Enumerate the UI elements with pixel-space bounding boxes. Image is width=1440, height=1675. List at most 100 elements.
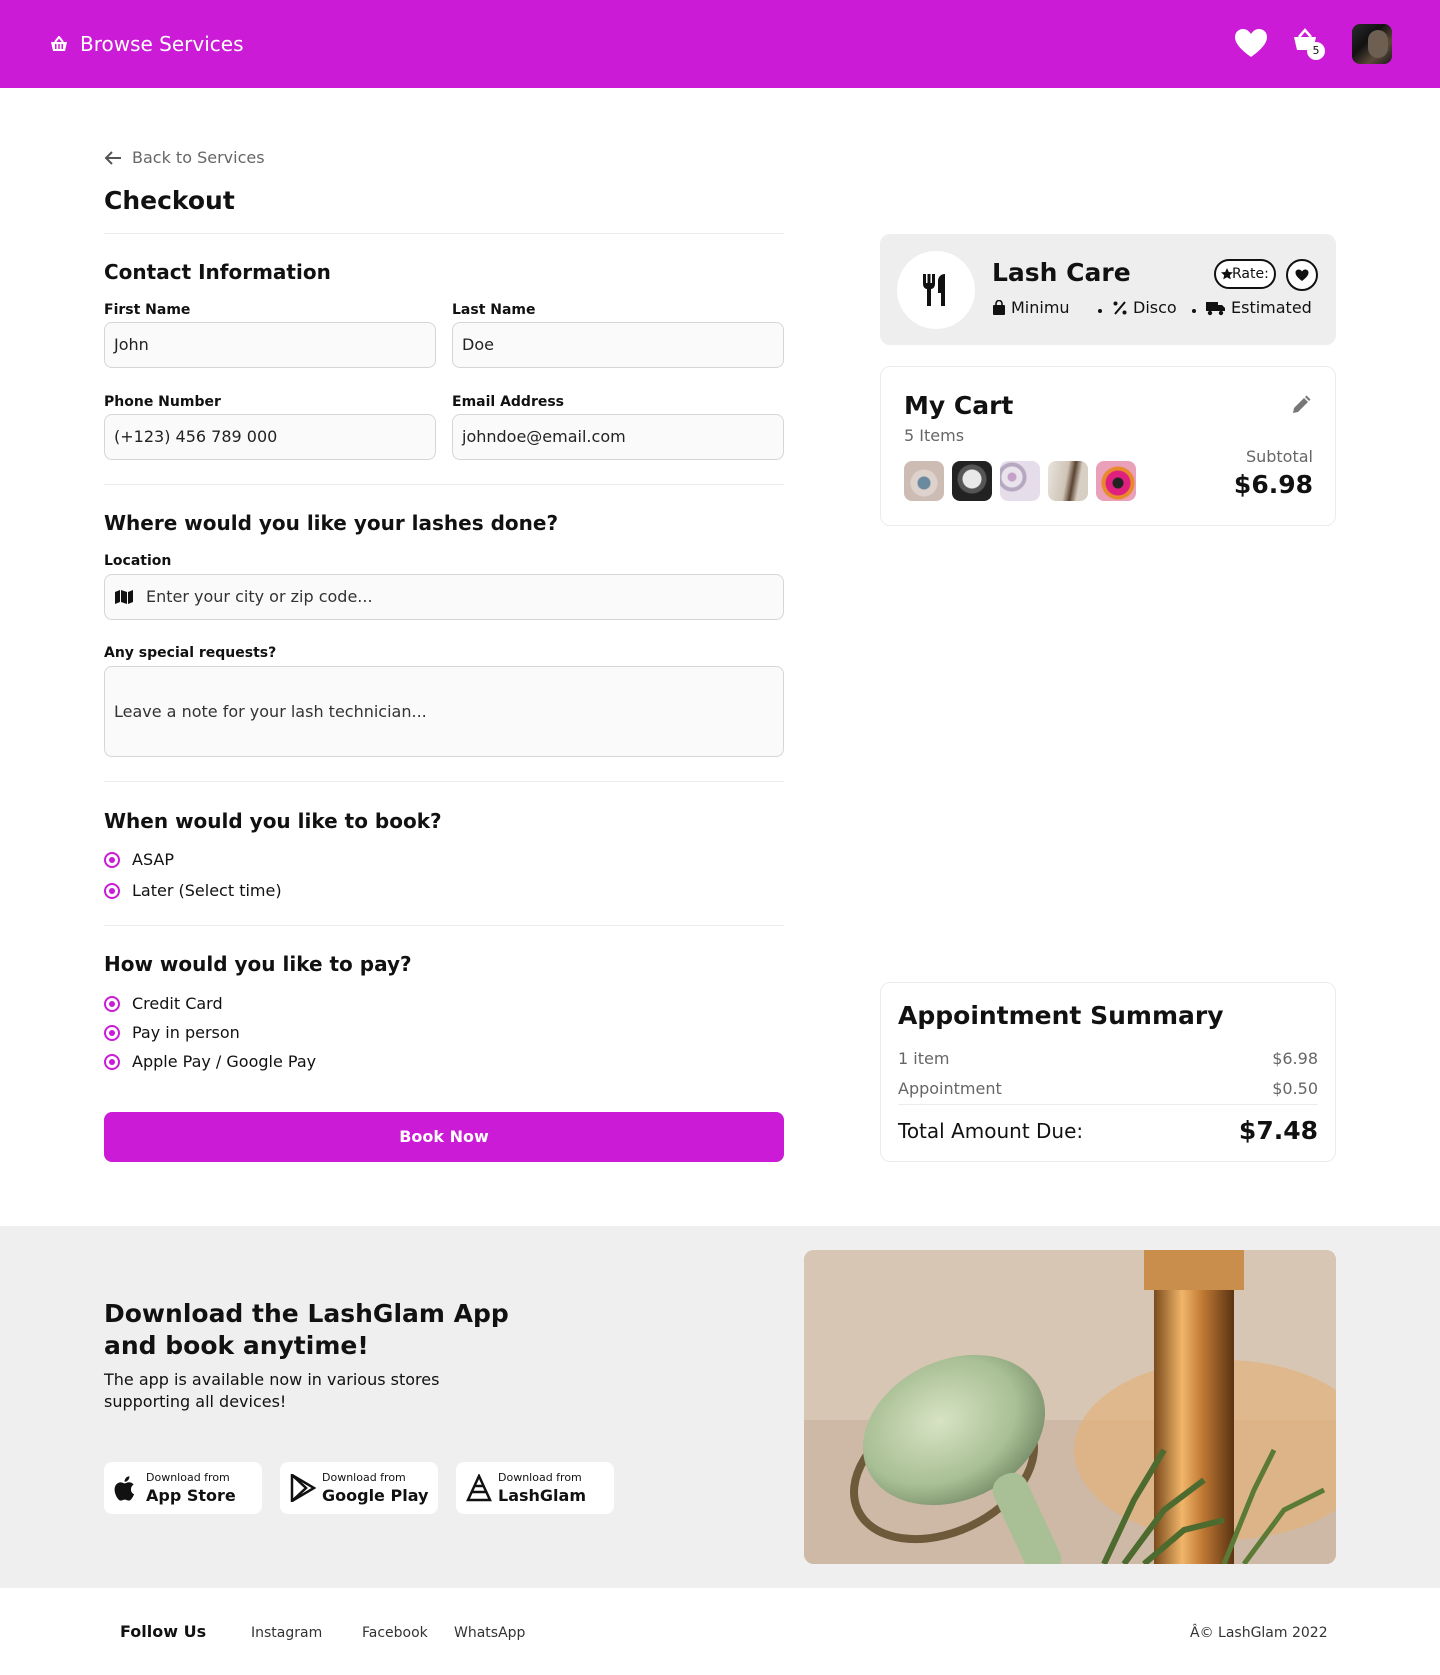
total-label: Total Amount Due: [898, 1118, 1084, 1143]
page-title: Checkout [104, 186, 235, 215]
divider [104, 233, 784, 234]
cart-item-thumbnail[interactable] [1048, 461, 1088, 501]
estimated-delivery-info: Estimated [1206, 298, 1312, 317]
back-to-services-link[interactable]: Back to Services [104, 148, 265, 167]
radio-pay-in-person[interactable]: Pay in person [104, 1023, 240, 1042]
cart-item-thumbnail[interactable] [1000, 461, 1040, 501]
google-play-button[interactable]: Download from Google Play [280, 1462, 438, 1514]
location-input[interactable]: Enter your city or zip code... [104, 574, 784, 620]
radio-indicator [104, 882, 120, 899]
shop-favorite-button[interactable] [1286, 259, 1318, 291]
heart-icon [1295, 269, 1309, 281]
summary-row-label: 1 item [898, 1049, 950, 1068]
cart-item-thumbnail[interactable] [952, 461, 992, 501]
subtotal-value: $6.98 [1233, 470, 1313, 499]
location-label: Location [104, 553, 172, 569]
location-placeholder: Enter your city or zip code... [146, 587, 373, 606]
app-title-line-2: and book anytime! [104, 1331, 369, 1360]
minimum-label: Minimu [1011, 298, 1070, 317]
radio-indicator [104, 1024, 120, 1041]
lashglam-store-button[interactable]: Download from LashGlam [456, 1462, 614, 1514]
shop-card: Lash Care Rate: 4. Minimu Disco Estimate… [880, 234, 1336, 345]
phone-field[interactable]: (+123) 456 789 000 [104, 414, 436, 460]
discount-label: Disco [1133, 298, 1177, 317]
star-icon [1221, 268, 1233, 280]
minimum-order-info: Minimu [992, 298, 1070, 317]
bag-icon [993, 299, 1005, 315]
store-small-label: Download from [146, 1471, 230, 1484]
radio-label: Pay in person [132, 1023, 240, 1042]
special-requests-textarea[interactable]: Leave a note for your lash technician... [104, 666, 784, 757]
percent-icon [1113, 300, 1127, 315]
footer-link-facebook[interactable]: Facebook [362, 1625, 428, 1641]
cart-item-thumbnail[interactable] [1096, 461, 1136, 501]
copyright-text: Â© LashGlam 2022 [1190, 1625, 1328, 1641]
radio-apple-google-pay[interactable]: Apple Pay / Google Pay [104, 1052, 316, 1071]
total-value: $7.48 [1238, 1116, 1318, 1145]
radio-later[interactable]: Later (Select time) [104, 881, 282, 900]
cart-item-count: 5 Items [904, 426, 965, 445]
footer-link-instagram[interactable]: Instagram [251, 1625, 322, 1641]
footer-link-whatsapp[interactable]: WhatsApp [454, 1625, 525, 1641]
summary-row: Appointment $0.50 [898, 1079, 1318, 1098]
favorites-heart-icon[interactable] [1234, 28, 1268, 62]
separator-dot [1098, 309, 1102, 313]
basket-icon [51, 36, 67, 51]
summary-title: Appointment Summary [898, 1001, 1224, 1030]
store-name: App Store [146, 1486, 236, 1505]
last-name-field[interactable]: Doe [452, 322, 784, 368]
radio-asap[interactable]: ASAP [104, 850, 174, 869]
browse-services-link[interactable]: Browse Services [50, 32, 244, 56]
divider [104, 484, 784, 485]
promo-photo [804, 1250, 1336, 1564]
back-label: Back to Services [132, 148, 265, 167]
lashglam-icon [466, 1474, 492, 1502]
app-store-button[interactable]: Download from App Store [104, 1462, 262, 1514]
first-name-label: First Name [104, 302, 191, 318]
app-download-text: The app is available now in various stor… [104, 1370, 440, 1411]
cart-thumbnails [904, 461, 1144, 501]
app-download-title: Download the LashGlam App and book anyti… [104, 1298, 509, 1362]
radio-label: Apple Pay / Google Pay [132, 1052, 317, 1071]
when-section-title: When would you like to book? [104, 809, 442, 833]
pay-section-title: How would you like to pay? [104, 952, 412, 976]
shop-name: Lash Care [992, 258, 1131, 287]
contact-section-title: Contact Information [104, 260, 331, 284]
email-field[interactable]: johndoe@email.com [452, 414, 784, 460]
my-cart-card: My Cart 5 Items Subtotal $6.98 [880, 366, 1336, 526]
radio-indicator [104, 995, 120, 1012]
radio-label: Later (Select time) [132, 881, 282, 900]
app-title-line-1: Download the LashGlam App [104, 1299, 509, 1328]
follow-us-label: Follow Us [120, 1622, 207, 1641]
appointment-summary-card: Appointment Summary 1 item $6.98 Appoint… [880, 982, 1336, 1162]
subtotal-label: Subtotal [1245, 447, 1313, 466]
arrow-left-icon [104, 150, 121, 165]
radio-indicator [104, 851, 120, 868]
user-avatar[interactable] [1352, 24, 1392, 64]
summary-row: 1 item $6.98 [898, 1049, 1318, 1068]
browse-services-label: Browse Services [80, 32, 244, 56]
radio-credit-card[interactable]: Credit Card [104, 994, 223, 1013]
cart-item-thumbnail[interactable] [904, 461, 944, 501]
google-play-icon [290, 1474, 316, 1502]
store-small-label: Download from [498, 1471, 582, 1484]
store-name: LashGlam [498, 1486, 586, 1505]
divider [104, 925, 784, 926]
divider [104, 781, 784, 782]
estimated-label: Estimated [1231, 298, 1312, 317]
book-now-button[interactable]: Book Now [104, 1112, 784, 1162]
phone-label: Phone Number [104, 394, 221, 410]
pencil-icon[interactable] [1291, 395, 1311, 419]
utensils-icon [923, 274, 945, 306]
rating-badge: Rate: 4. [1214, 259, 1276, 289]
first-name-field[interactable]: John [104, 322, 436, 368]
cart-count-badge: 5 [1307, 42, 1325, 60]
requests-label: Any special requests? [104, 645, 277, 661]
app-download-section: Download the LashGlam App and book anyti… [0, 1226, 1440, 1588]
summary-total-row: Total Amount Due: $7.48 [898, 1116, 1318, 1145]
top-nav-bar: Browse Services 5 [0, 0, 1440, 88]
summary-row-value: $0.50 [1272, 1079, 1318, 1098]
email-label: Email Address [452, 394, 565, 410]
radio-label: ASAP [132, 850, 174, 869]
where-section-title: Where would you like your lashes done? [104, 511, 559, 535]
